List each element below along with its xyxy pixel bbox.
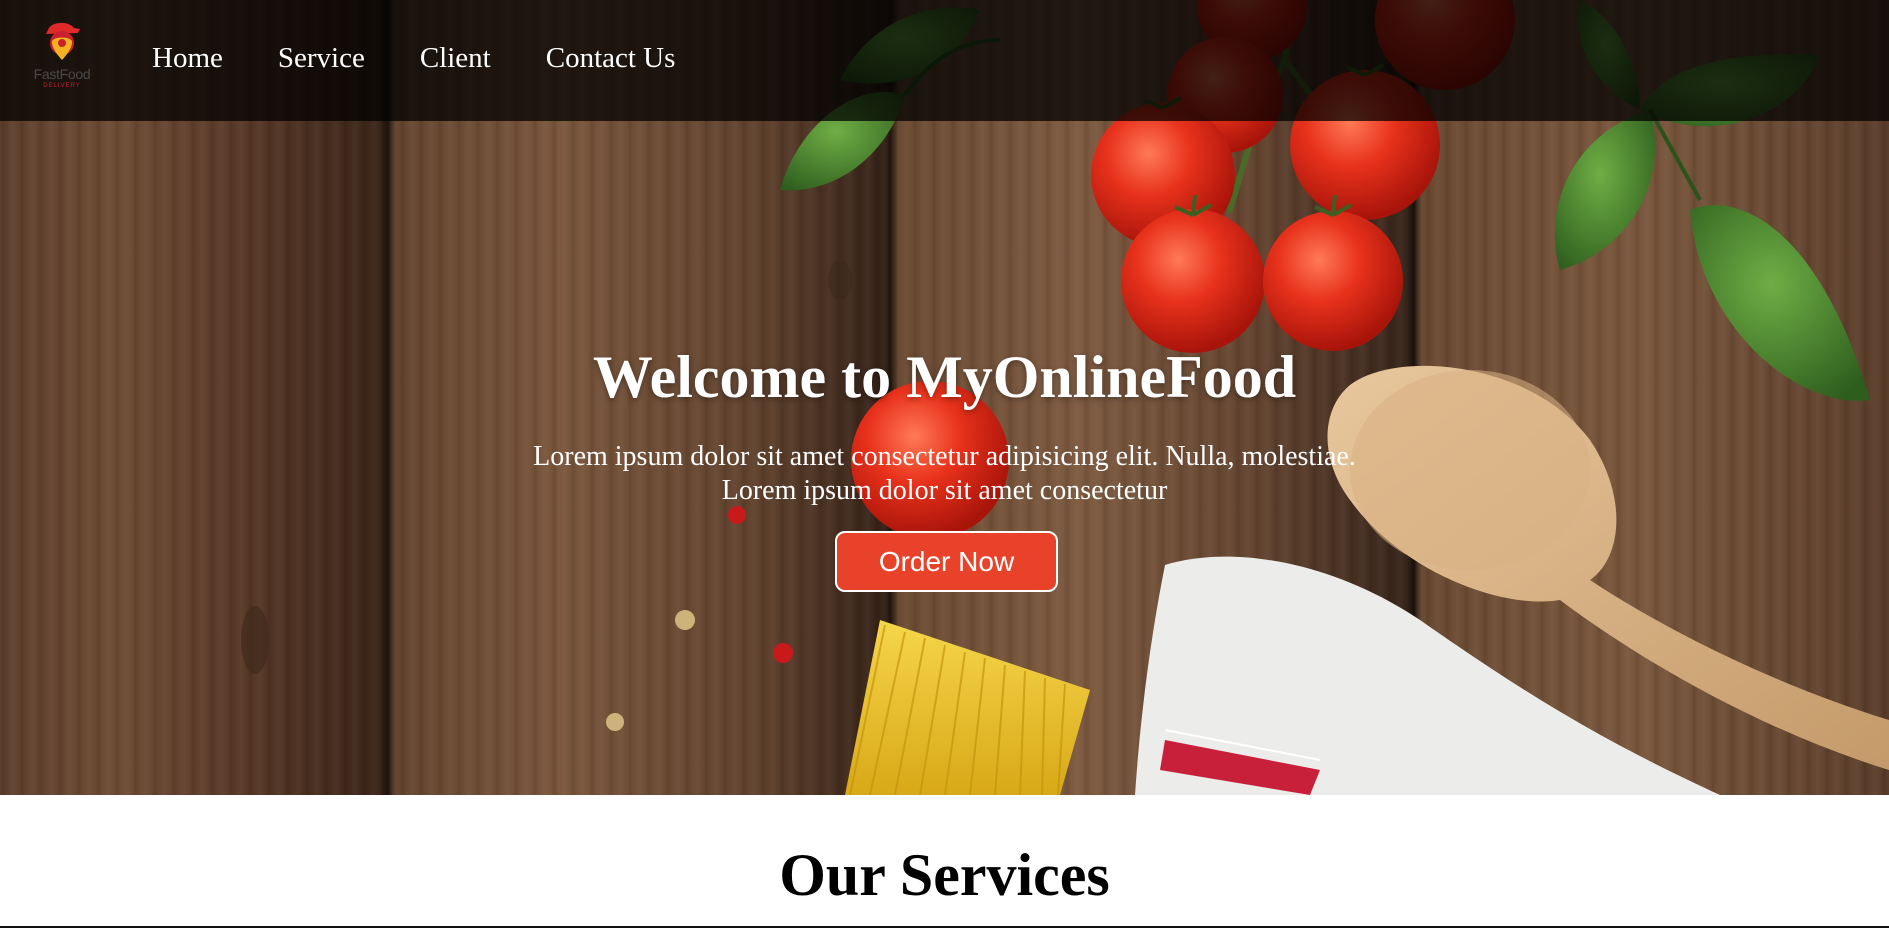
hero-title: Welcome to MyOnlineFood: [592, 344, 1297, 410]
navbar: FastFood DELIVERY Home Service Client Co…: [0, 0, 1889, 121]
nav-contact-us[interactable]: Contact Us: [546, 38, 676, 78]
nav-home[interactable]: Home: [152, 38, 223, 78]
services-title: Our Services: [779, 842, 1110, 908]
hero-subtitle-line-2: Lorem ipsum dolor sit amet consectetur: [721, 475, 1168, 506]
main-nav: Home Service Client Contact Us: [152, 38, 730, 78]
nav-service[interactable]: Service: [278, 38, 365, 78]
nav-client[interactable]: Client: [420, 38, 491, 78]
order-now-button[interactable]: Order Now: [835, 531, 1058, 592]
hero-subtitle-line-1: Lorem ipsum dolor sit amet consectetur a…: [533, 441, 1356, 472]
hero-subtitle: Lorem ipsum dolor sit amet consectetur a…: [0, 440, 1889, 508]
delivery-pin-icon: [46, 22, 80, 60]
logo-text: FastFood: [33, 66, 91, 82]
logo-subtext: DELIVERY: [43, 83, 81, 89]
brand-logo[interactable]: FastFood DELIVERY: [24, 20, 100, 92]
